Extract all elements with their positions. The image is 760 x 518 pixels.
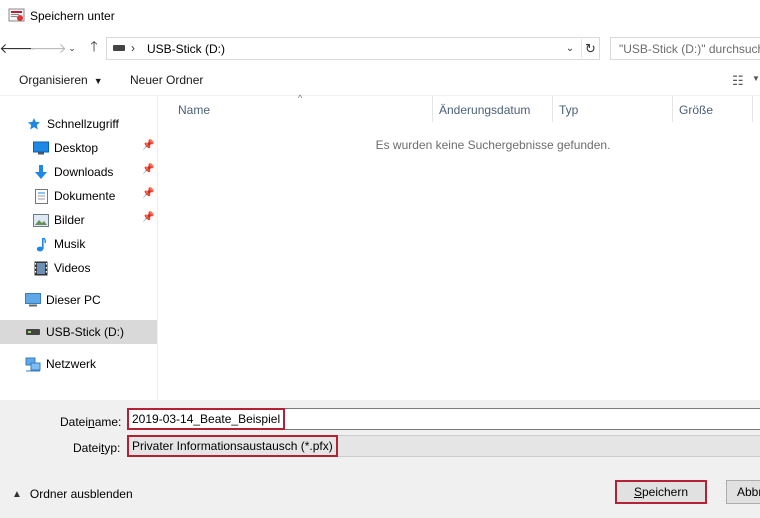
usb-drive-icon	[25, 324, 41, 340]
up-arrow-icon[interactable]: 🡑	[84, 38, 104, 58]
navigation-pane: Schnellzugriff Desktop 📌 Downloads 📌 Dok…	[0, 96, 158, 400]
pin-icon[interactable]: 📌	[142, 164, 154, 175]
sidebar-item-label: Desktop	[54, 141, 99, 155]
empty-results-message: Es wurden keine Suchergebnisse gefunden.	[375, 138, 611, 152]
command-toolbar: Organisieren ▼ Neuer Ordner ☷ ▼	[0, 64, 760, 96]
save-button[interactable]: Speichern	[615, 480, 707, 504]
music-note-icon	[33, 236, 49, 252]
refresh-icon[interactable]: ↻	[581, 39, 599, 58]
window-title: Speichern unter	[30, 9, 115, 23]
film-icon	[33, 260, 49, 276]
picture-icon	[33, 212, 49, 228]
filetype-label-part: yp:	[104, 441, 121, 455]
address-bar: 🡐 🡒 ⌄ 🡑 › USB-Stick (D:) ⌄ ↻	[0, 32, 760, 64]
sidebar-item-pictures[interactable]: Bilder 📌	[0, 208, 157, 232]
caret-down-icon: ▼	[93, 76, 103, 86]
sidebar-item-label: Bilder	[54, 213, 85, 227]
view-dropdown-icon[interactable]: ▼	[752, 74, 760, 83]
filename-label-part: Datei	[60, 415, 89, 429]
cancel-button[interactable]: Abbrechen	[726, 480, 760, 504]
title-bar: Speichern unter	[0, 0, 760, 32]
hide-folders-toggle[interactable]: ▲ Ordner ausblenden	[12, 487, 133, 501]
sidebar-item-label: Downloads	[54, 165, 114, 179]
filetype-label-part: Datei	[73, 441, 102, 455]
column-header-date[interactable]: Änderungsdatum	[433, 96, 553, 122]
filename-input[interactable]: 2019-03-14_Beate_Beispiel	[127, 408, 286, 430]
organize-button[interactable]: Organisieren ▼	[19, 73, 103, 87]
save-label: Speichern	[634, 485, 688, 499]
sidebar-item-label: Musik	[54, 237, 86, 251]
sidebar-item-documents[interactable]: Dokumente 📌	[0, 184, 157, 208]
new-folder-button[interactable]: Neuer Ordner	[130, 73, 203, 87]
save-label-rest: peichern	[641, 485, 689, 499]
filename-label-part: ame:	[94, 415, 122, 429]
sidebar-item-label: Dokumente	[54, 189, 116, 203]
forward-arrow-icon[interactable]: 🡒	[29, 38, 67, 58]
file-list: ^ Name Änderungsdatum Typ Größe Es wurde…	[158, 93, 760, 400]
sidebar-item-label: Dieser PC	[46, 293, 101, 307]
download-arrow-icon	[33, 164, 49, 180]
pin-icon[interactable]: 📌	[142, 140, 154, 151]
sidebar-item-desktop[interactable]: Desktop 📌	[0, 136, 157, 160]
document-icon	[33, 188, 49, 204]
organize-label: Organisieren	[19, 73, 88, 87]
address-dropdown-chevron-icon[interactable]: ⌄	[562, 40, 578, 57]
filetype-label: Dateityp:	[73, 441, 120, 455]
search-box[interactable]	[610, 37, 760, 60]
new-folder-label: Neuer Ordner	[130, 73, 204, 87]
search-input[interactable]	[611, 38, 760, 59]
save-options-panel: Dateiname: 2019-03-14_Beate_Beispiel Dat…	[0, 400, 760, 518]
star-icon	[26, 116, 42, 132]
sidebar-item-label: Schnellzugriff	[47, 117, 119, 131]
sidebar-item-label: USB-Stick (D:)	[46, 325, 124, 339]
usb-drive-icon	[113, 45, 125, 51]
breadcrumb-path[interactable]: USB-Stick (D:)	[147, 42, 225, 56]
chevron-up-icon: ▲	[12, 488, 22, 500]
sidebar-item-music[interactable]: Musik	[0, 232, 157, 256]
sidebar-item-downloads[interactable]: Downloads 📌	[0, 160, 157, 184]
breadcrumb-separator-icon[interactable]: ›	[131, 41, 135, 55]
view-options-icon[interactable]: ☷	[732, 73, 744, 89]
column-header-size[interactable]: Größe	[673, 96, 753, 122]
sidebar-item-this-pc[interactable]: Dieser PC	[0, 288, 157, 312]
sidebar-item-label: Netzwerk	[46, 357, 97, 371]
recent-locations-chevron-icon[interactable]: ⌄	[62, 38, 82, 58]
sidebar-item-quick-access[interactable]: Schnellzugriff	[0, 112, 157, 136]
address-field[interactable]: › USB-Stick (D:) ⌄ ↻	[106, 37, 600, 60]
column-header-type[interactable]: Typ	[553, 96, 673, 122]
save-label-accesskey: S	[633, 485, 642, 499]
sidebar-item-network[interactable]: Netzwerk	[0, 352, 157, 376]
desktop-icon	[33, 140, 49, 156]
hide-folders-label: Ordner ausblenden	[29, 487, 133, 501]
sidebar-item-usb-stick[interactable]: USB-Stick (D:)	[0, 320, 157, 344]
sidebar-item-videos[interactable]: Videos	[0, 256, 157, 280]
network-icon	[25, 356, 41, 372]
computer-icon	[25, 292, 41, 308]
back-arrow-icon[interactable]: 🡐	[0, 38, 37, 58]
pin-icon[interactable]: 📌	[142, 188, 154, 199]
filename-label: Dateiname:	[60, 415, 121, 429]
pin-icon[interactable]: 📌	[142, 212, 154, 223]
filename-label-accesskey: n	[88, 415, 95, 429]
filetype-select[interactable]: Privater Informationsaustausch (*.pfx)	[127, 435, 338, 457]
sidebar-item-label: Videos	[54, 261, 91, 275]
column-header-name[interactable]: Name	[172, 96, 433, 122]
certificate-app-icon	[8, 8, 25, 22]
